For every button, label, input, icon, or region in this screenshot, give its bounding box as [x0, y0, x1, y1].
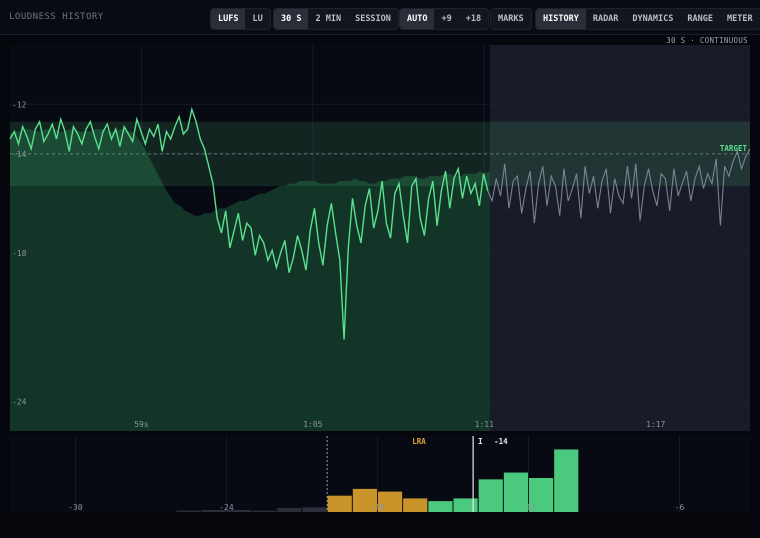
x-tick-label: 59s — [134, 420, 149, 429]
histogram-bar — [176, 510, 201, 512]
histogram-bar — [453, 498, 478, 512]
hist-x-tick-label: -12 — [521, 503, 536, 512]
histogram-bar — [302, 507, 327, 512]
histogram-bar — [252, 510, 277, 512]
histogram-bar — [554, 449, 579, 512]
target-label: TARGET — [720, 144, 748, 153]
hist-x-tick-label: -24 — [219, 503, 234, 512]
hist-x-tick-label: -6 — [675, 503, 685, 512]
histogram-bar — [428, 501, 453, 512]
x-tick-label: 1:05 — [303, 420, 322, 429]
integrated-value-label: -14 — [494, 437, 508, 446]
unplayed-region — [490, 45, 750, 431]
histogram-bar — [478, 479, 503, 512]
history-chart: TARGET -12 -14 -18 -24 59s 1:05 1:11 1:17 LRA I -14… — [9, 45, 751, 512]
hist-x-tick-label: -30 — [68, 503, 83, 512]
y-tick-label: -18 — [12, 249, 27, 258]
y-tick-label: -24 — [12, 397, 27, 406]
hist-x-tick-label: -18 — [370, 503, 385, 512]
x-tick-label: 1:17 — [646, 420, 665, 429]
y-tick-label: -14 — [12, 150, 27, 159]
y-tick-label: -12 — [12, 100, 27, 109]
integrated-label: I — [478, 437, 483, 446]
lra-label: LRA — [412, 437, 426, 446]
histogram-bar — [277, 507, 302, 512]
histogram-bar — [327, 495, 352, 512]
histogram-bar — [403, 498, 428, 512]
x-tick-label: 1:11 — [475, 420, 494, 429]
